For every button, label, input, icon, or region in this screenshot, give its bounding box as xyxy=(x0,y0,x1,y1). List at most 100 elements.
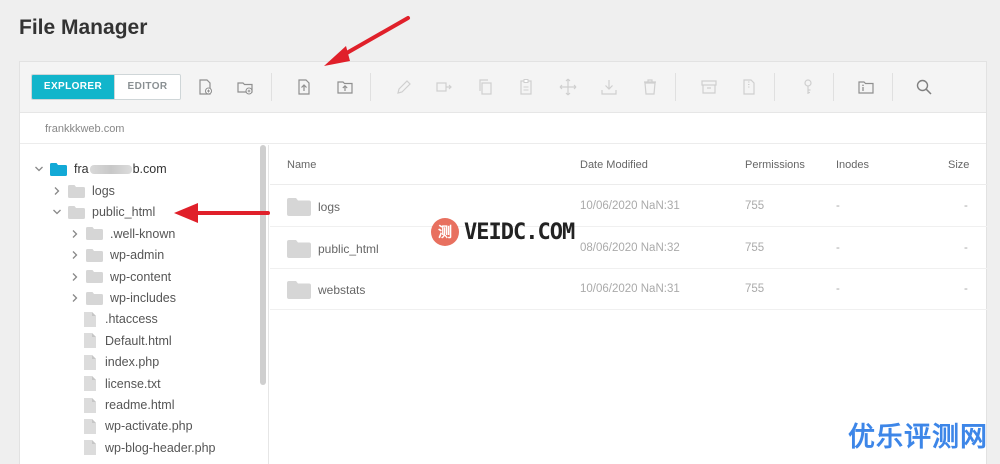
paste-icon[interactable] xyxy=(517,78,535,96)
column-size[interactable]: Size xyxy=(948,159,969,171)
tree-item-label: Default.html xyxy=(105,333,172,348)
row-size: - xyxy=(964,241,968,254)
file-icon xyxy=(84,397,96,413)
row-date: 10/06/2020 NaN:31 xyxy=(580,283,680,295)
row-inodes: - xyxy=(836,241,840,254)
chevron-down-icon[interactable] xyxy=(34,164,44,174)
chevron-down-icon[interactable] xyxy=(52,207,62,217)
tree-folder[interactable]: wp-includes xyxy=(70,288,176,308)
folder-icon xyxy=(68,184,85,198)
tree-file[interactable]: license.txt xyxy=(70,374,161,394)
row-inodes: - xyxy=(836,283,840,295)
row-permissions[interactable]: 755 xyxy=(745,200,764,212)
file-icon xyxy=(84,376,96,392)
watermark-text: VEIDC.COM xyxy=(464,219,575,245)
tree-scrollbar[interactable] xyxy=(260,145,266,385)
watermark-corner: 优乐评测网 xyxy=(848,422,988,452)
extract-icon[interactable] xyxy=(740,78,758,96)
delete-icon[interactable] xyxy=(641,78,659,96)
tree-file[interactable]: index.php xyxy=(70,352,159,372)
table-row[interactable]: webstats 10/06/2020 NaN:31 755 - - xyxy=(270,269,988,310)
page-title: File Manager xyxy=(19,16,148,39)
row-permissions[interactable]: 755 xyxy=(745,242,764,254)
folder-icon xyxy=(86,227,103,241)
redacted-text xyxy=(89,164,132,174)
toolbar-separator xyxy=(833,73,834,101)
tree-item-label: wp-activate.php xyxy=(105,419,193,434)
table-row[interactable]: logs 10/06/2020 NaN:31 755 - - xyxy=(270,186,988,227)
file-icon xyxy=(84,440,96,456)
properties-icon[interactable] xyxy=(857,78,875,96)
column-date-modified[interactable]: Date Modified xyxy=(580,159,648,171)
file-icon xyxy=(84,354,96,370)
search-icon[interactable] xyxy=(915,78,933,96)
file-manager-panel: EXPLORER EDITOR frankkkweb.com fra b.com… xyxy=(19,61,988,464)
file-icon xyxy=(84,311,96,327)
row-name[interactable]: public_html xyxy=(318,242,379,256)
breadcrumb: frankkkweb.com xyxy=(20,114,986,144)
upload-folder-icon[interactable] xyxy=(336,78,354,96)
rename-icon[interactable] xyxy=(395,78,413,96)
chevron-right-icon[interactable] xyxy=(70,293,80,303)
row-size: - xyxy=(964,200,968,212)
new-folder-icon[interactable] xyxy=(236,78,254,96)
tree-folder[interactable]: wp-admin xyxy=(70,245,164,265)
row-name[interactable]: webstats xyxy=(318,283,365,297)
tree-root-label-start: fra xyxy=(74,162,89,176)
tree-item-label: logs xyxy=(92,184,115,198)
tree-root[interactable]: fra b.com xyxy=(34,159,167,179)
tree-file[interactable]: wp-activate.php xyxy=(70,416,193,436)
row-date: 10/06/2020 NaN:31 xyxy=(580,200,680,212)
tree-folder[interactable]: logs xyxy=(52,181,115,201)
upload-file-icon[interactable] xyxy=(295,78,313,96)
permissions-icon[interactable] xyxy=(799,78,817,96)
toolbar: EXPLORER EDITOR xyxy=(20,62,986,113)
folder-icon xyxy=(287,281,311,299)
new-file-icon[interactable] xyxy=(196,78,214,96)
folder-icon xyxy=(86,270,103,284)
mode-switch: EXPLORER EDITOR xyxy=(31,74,181,100)
column-inodes[interactable]: Inodes xyxy=(836,159,869,171)
row-size: - xyxy=(964,283,968,295)
watermark: 测 VEIDC.COM xyxy=(431,218,575,246)
explorer-tab[interactable]: EXPLORER xyxy=(32,75,114,99)
row-name[interactable]: logs xyxy=(318,200,340,214)
tree-file[interactable]: wp-blog-header.php xyxy=(70,438,216,458)
drag-icon[interactable] xyxy=(559,78,577,96)
move-icon[interactable] xyxy=(435,78,453,96)
tree-file[interactable]: Default.html xyxy=(70,331,172,351)
archive-icon[interactable] xyxy=(700,78,718,96)
table-row[interactable]: public_html 08/06/2020 NaN:32 755 - - xyxy=(270,228,988,269)
folder-icon xyxy=(86,248,103,262)
row-inodes: - xyxy=(836,200,840,212)
folder-tree: fra b.com logs public_html .well-known wp-a… xyxy=(20,145,269,464)
tree-folder[interactable]: .well-known xyxy=(70,224,175,244)
toolbar-separator xyxy=(675,73,676,101)
copy-icon[interactable] xyxy=(476,78,494,96)
file-icon xyxy=(84,418,96,434)
column-name[interactable]: Name xyxy=(287,159,316,171)
chevron-right-icon[interactable] xyxy=(70,229,80,239)
toolbar-separator xyxy=(271,73,272,101)
chevron-right-icon[interactable] xyxy=(70,250,80,260)
tree-item-label: .well-known xyxy=(110,226,176,241)
tree-item-label: wp-content xyxy=(110,269,172,284)
current-path[interactable]: frankkkweb.com xyxy=(45,123,124,135)
chevron-right-icon[interactable] xyxy=(52,186,62,196)
folder-icon xyxy=(287,198,311,216)
tree-item-label: wp-blog-header.php xyxy=(105,440,216,455)
download-icon[interactable] xyxy=(600,78,618,96)
tree-folder[interactable]: public_html xyxy=(52,202,155,222)
chevron-right-icon[interactable] xyxy=(70,272,80,282)
row-permissions[interactable]: 755 xyxy=(745,283,764,295)
toolbar-separator xyxy=(892,73,893,101)
column-permissions[interactable]: Permissions xyxy=(745,159,805,171)
tree-item-label: wp-admin xyxy=(110,248,165,263)
tree-folder[interactable]: wp-content xyxy=(70,267,171,287)
toolbar-separator xyxy=(370,73,371,101)
tree-file[interactable]: .htaccess xyxy=(70,309,158,329)
tree-item-label: license.txt xyxy=(105,376,161,391)
row-date: 08/06/2020 NaN:32 xyxy=(580,241,680,254)
editor-tab[interactable]: EDITOR xyxy=(114,75,180,99)
tree-file[interactable]: readme.html xyxy=(70,395,174,415)
